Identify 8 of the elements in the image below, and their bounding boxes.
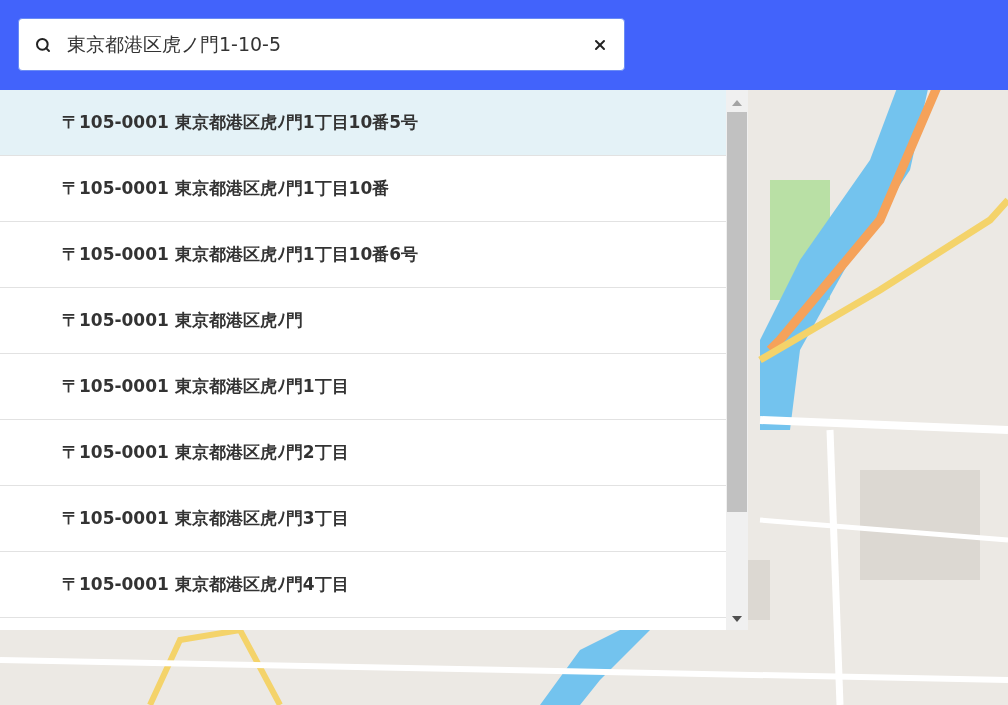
scroll-down-icon[interactable] — [732, 616, 742, 622]
scroll-up-icon[interactable] — [732, 100, 742, 106]
suggestion-item[interactable]: 〒105-0001 東京都港区虎ﾉ門1丁目10番5号 — [0, 90, 726, 156]
search-field[interactable]: 東京都港区虎ノ門1-10-5 — [18, 18, 625, 71]
scrollbar-thumb[interactable] — [727, 112, 747, 512]
scrollbar[interactable] — [726, 90, 748, 630]
search-icon — [35, 36, 51, 53]
search-input[interactable]: 東京都港区虎ノ門1-10-5 — [67, 30, 576, 59]
